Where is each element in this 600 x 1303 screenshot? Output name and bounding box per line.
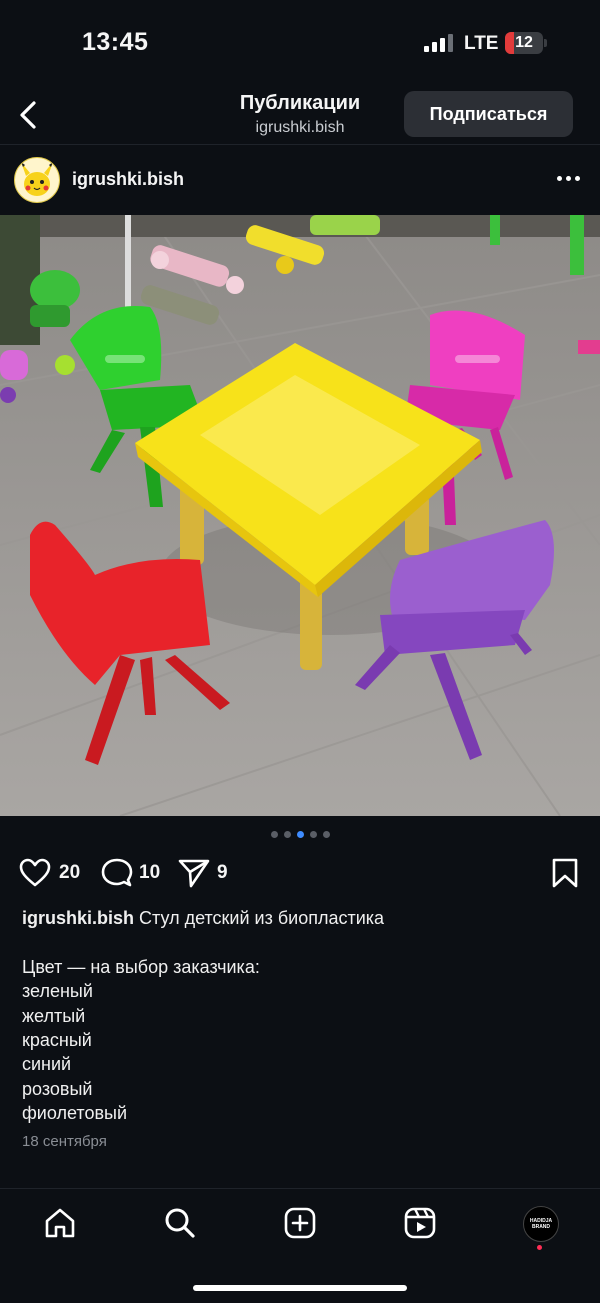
comment-icon[interactable] bbox=[101, 857, 133, 889]
carousel-dot bbox=[270, 831, 278, 838]
shares-count[interactable]: 9 bbox=[217, 862, 228, 884]
notification-dot bbox=[537, 1245, 542, 1250]
carousel-dot-active bbox=[296, 831, 304, 838]
battery-tip bbox=[544, 39, 547, 47]
post-username[interactable]: igrushki.bish bbox=[72, 169, 184, 190]
caption-color-item: синий bbox=[22, 1054, 72, 1075]
home-indicator[interactable] bbox=[193, 1285, 407, 1291]
post-date: 18 сентября bbox=[22, 1133, 107, 1150]
more-options-icon[interactable] bbox=[557, 176, 580, 181]
follow-button[interactable]: Подписаться bbox=[404, 91, 573, 137]
caption-title: Стул детский из биопластика bbox=[134, 908, 385, 928]
caption-color-item: желтый bbox=[22, 1005, 86, 1026]
signal-icon bbox=[424, 34, 453, 52]
caption-color-item: розовый bbox=[22, 1078, 93, 1099]
like-heart-icon[interactable] bbox=[19, 857, 51, 889]
caption-color-item: фиолетовый bbox=[22, 1103, 128, 1124]
header-divider bbox=[0, 144, 600, 145]
nav-divider bbox=[0, 1188, 600, 1189]
home-icon[interactable] bbox=[43, 1206, 77, 1240]
reels-icon[interactable] bbox=[403, 1206, 437, 1240]
carousel-dot bbox=[322, 831, 330, 838]
post-photo[interactable] bbox=[0, 215, 600, 816]
search-icon[interactable] bbox=[163, 1206, 197, 1240]
caption-color-item: зеленый bbox=[22, 981, 93, 1002]
bookmark-icon[interactable] bbox=[549, 857, 581, 889]
battery-level: 12 bbox=[515, 34, 533, 51]
pikachu-avatar-icon[interactable] bbox=[14, 157, 60, 203]
network-label: LTE bbox=[464, 33, 499, 54]
carousel-dot bbox=[309, 831, 317, 838]
post-caption: igrushki.bish Стул детский из биопластик… bbox=[22, 906, 582, 1126]
create-post-icon[interactable] bbox=[283, 1206, 317, 1240]
profile-avatar[interactable]: HADIDJA BRAND bbox=[523, 1206, 559, 1242]
caption-username[interactable]: igrushki.bish bbox=[22, 908, 134, 928]
status-time: 13:45 bbox=[82, 28, 149, 56]
share-send-icon[interactable] bbox=[178, 857, 210, 889]
caption-color-item: красный bbox=[22, 1030, 92, 1051]
comments-count[interactable]: 10 bbox=[139, 862, 160, 884]
carousel-indicator bbox=[0, 831, 600, 838]
carousel-dot bbox=[283, 831, 291, 838]
likes-count[interactable]: 20 bbox=[59, 862, 80, 884]
caption-intro: Цвет — на выбор заказчика: bbox=[22, 956, 260, 977]
battery-icon: 12 bbox=[505, 32, 543, 54]
